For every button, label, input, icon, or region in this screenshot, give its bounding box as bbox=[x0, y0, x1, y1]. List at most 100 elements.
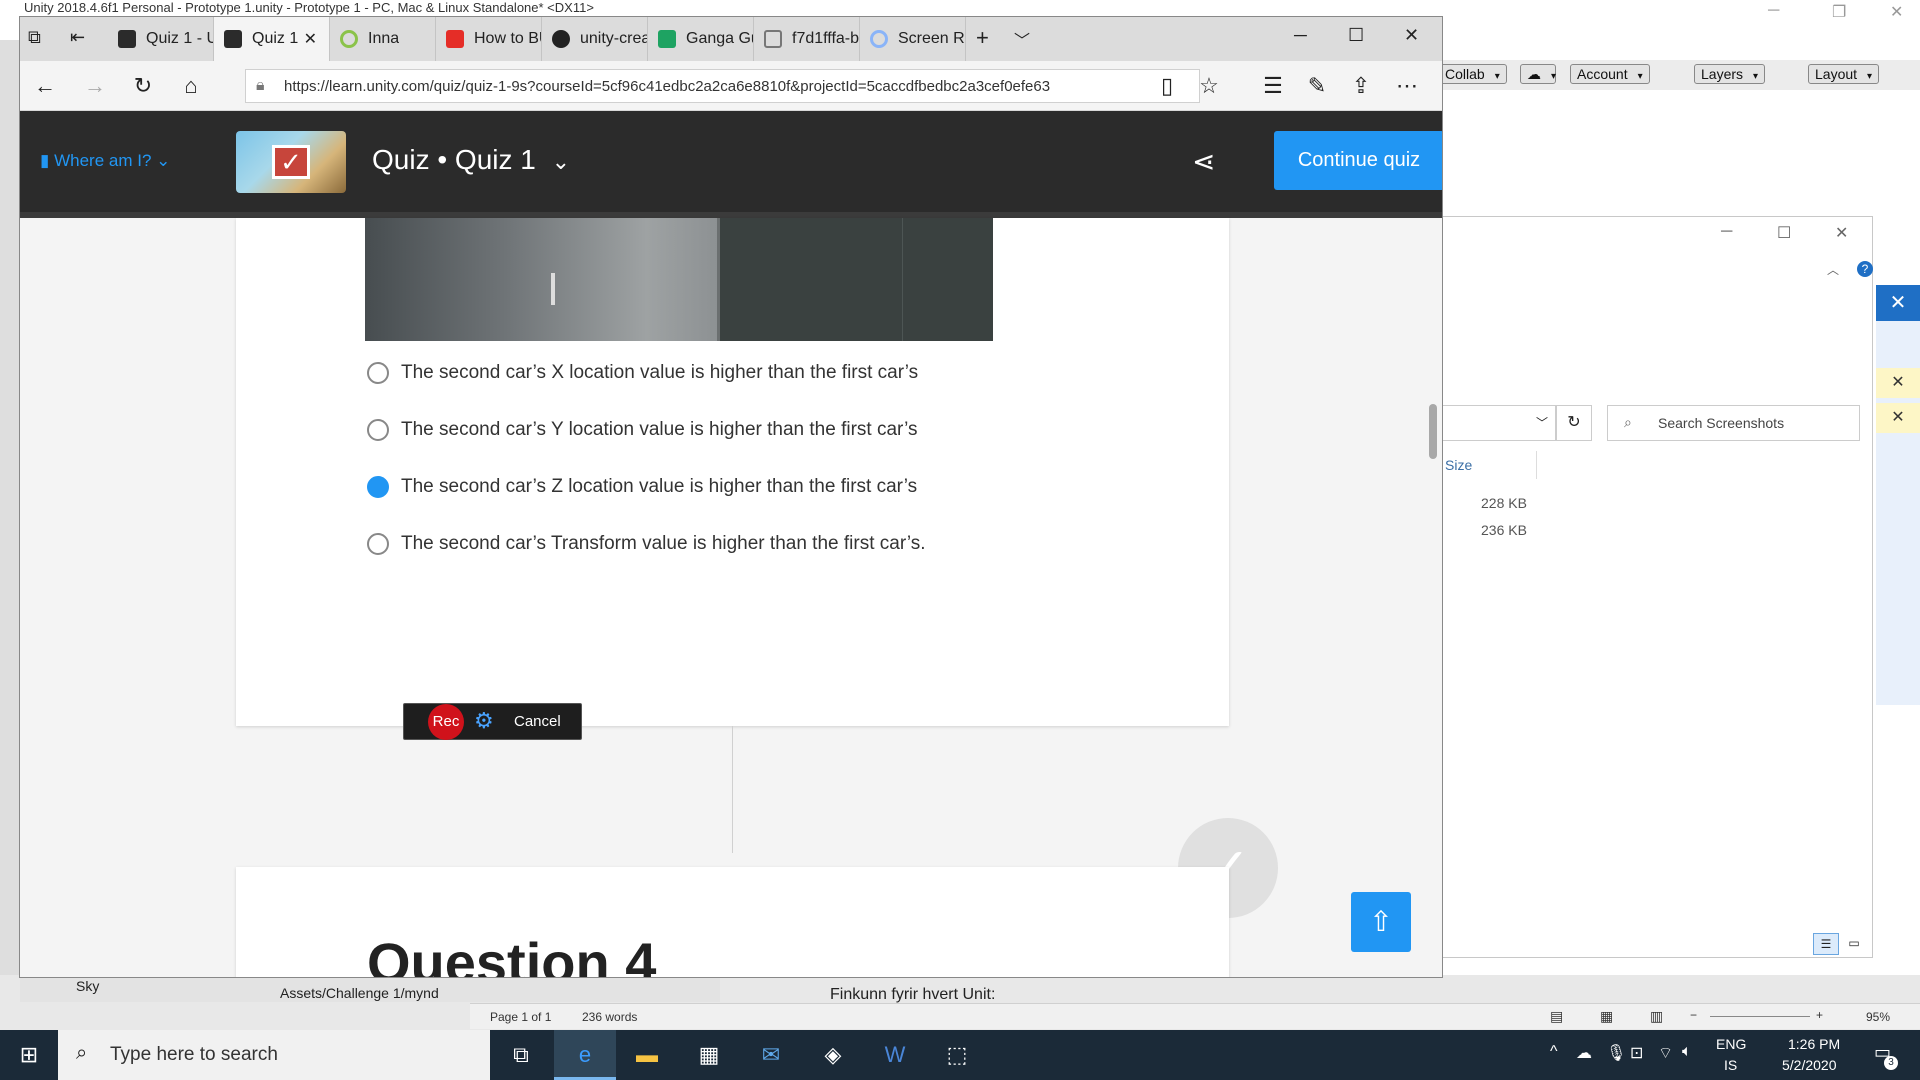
zoom-slider[interactable] bbox=[1710, 1016, 1810, 1017]
minimize-icon[interactable]: ─ bbox=[1768, 2, 1779, 20]
favorites-hub-icon[interactable]: ☰ bbox=[1256, 69, 1290, 103]
gear-icon[interactable]: ⚙ bbox=[474, 708, 494, 734]
record-button[interactable]: Rec bbox=[428, 704, 464, 740]
microphone-icon[interactable]: 🎙︎ bbox=[1606, 1043, 1626, 1063]
file-explorer-icon[interactable]: ▬ bbox=[616, 1030, 678, 1080]
radio-button[interactable] bbox=[367, 533, 389, 555]
continue-quiz-button[interactable]: Continue quiz bbox=[1274, 131, 1442, 190]
home-icon[interactable]: ⌂ bbox=[174, 69, 208, 103]
browser-tab[interactable]: f7d1fffa-bc bbox=[754, 17, 860, 61]
favorite-star-icon[interactable]: ☆ bbox=[1192, 69, 1226, 103]
set-aside-tabs-icon[interactable]: ⇤ bbox=[70, 27, 85, 48]
language-indicator[interactable]: ENG bbox=[1716, 1036, 1746, 1052]
collab-button[interactable]: Collab bbox=[1438, 64, 1507, 84]
network-icon[interactable]: ⊡ bbox=[1630, 1043, 1643, 1063]
close-icon[interactable]: ✕ bbox=[1876, 285, 1920, 321]
tab-actions-icon[interactable]: ⧉ bbox=[28, 27, 41, 48]
word-count: 236 words bbox=[582, 1010, 638, 1024]
account-button[interactable]: Account bbox=[1570, 64, 1650, 84]
answer-option[interactable]: The second car’s Transform value is high… bbox=[367, 533, 926, 555]
browser-tab[interactable]: Inna bbox=[330, 17, 436, 61]
close-icon[interactable]: ✕ bbox=[1890, 2, 1903, 22]
maximize-icon[interactable]: ☐ bbox=[1777, 223, 1791, 243]
browser-tab[interactable]: Screen Rec bbox=[860, 17, 966, 61]
onedrive-icon[interactable]: ☁ bbox=[1576, 1043, 1592, 1063]
layout-button[interactable]: Layout bbox=[1808, 64, 1880, 84]
unity-icon[interactable]: ◈ bbox=[802, 1030, 864, 1080]
chevron-down-icon: ﹀ bbox=[1536, 416, 1549, 430]
minimize-icon[interactable]: ─ bbox=[1294, 25, 1307, 46]
chevron-up-icon[interactable]: ^ bbox=[1550, 1043, 1558, 1061]
answer-option[interactable]: The second car’s Y location value is hig… bbox=[367, 419, 917, 441]
new-tab-icon[interactable]: + bbox=[976, 25, 989, 51]
read-mode-icon[interactable]: ▤ bbox=[1550, 1008, 1563, 1025]
back-icon[interactable]: ← bbox=[28, 69, 62, 103]
close-tab-icon[interactable]: ✕ bbox=[304, 29, 317, 49]
scroll-to-top-button[interactable]: ⇧ bbox=[1351, 892, 1411, 952]
radio-button-selected[interactable] bbox=[367, 476, 389, 498]
chevron-up-icon[interactable]: ︿ bbox=[1827, 261, 1839, 278]
layers-button[interactable]: Layers bbox=[1694, 64, 1766, 84]
close-icon[interactable]: ✕ bbox=[1404, 25, 1419, 46]
circle-icon bbox=[870, 30, 888, 48]
answer-option[interactable]: The second car’s X location value is hig… bbox=[367, 362, 918, 384]
chevron-down-icon[interactable]: ﹀ bbox=[1014, 27, 1030, 51]
dismiss-icon[interactable]: ✕ bbox=[1876, 368, 1920, 398]
zoom-level[interactable]: 95% bbox=[1866, 1010, 1890, 1024]
url-input[interactable]: 🔒︎ https://learn.unity.com/quiz/quiz-1-9… bbox=[245, 69, 1200, 103]
close-icon[interactable]: ✕ bbox=[1835, 223, 1848, 243]
windows-start-icon[interactable]: ⊞ bbox=[0, 1030, 58, 1080]
search-screenshots-box[interactable]: ⌕ Search Screenshots bbox=[1607, 405, 1860, 441]
pen-icon[interactable]: ✎ bbox=[1300, 69, 1334, 103]
more-icon[interactable]: ⋯ bbox=[1390, 69, 1424, 103]
clock-date[interactable]: 5/2/2020 bbox=[1782, 1057, 1837, 1073]
reading-view-icon[interactable]: ▯ bbox=[1150, 69, 1184, 103]
snipping-tool-icon[interactable]: ⬚ bbox=[926, 1030, 988, 1080]
browser-tab[interactable]: How to BU bbox=[436, 17, 542, 61]
large-icons-view-icon[interactable]: ▭ bbox=[1841, 933, 1867, 955]
print-layout-icon[interactable]: ▦ bbox=[1600, 1008, 1613, 1025]
store-icon[interactable]: ▦ bbox=[678, 1030, 740, 1080]
share-icon[interactable]: ⋖ bbox=[1192, 145, 1215, 178]
where-am-i-button[interactable]: ▮ Where am I? ⌄ bbox=[40, 151, 170, 171]
details-view-icon[interactable]: ☰ bbox=[1813, 933, 1839, 955]
help-icon[interactable]: ? bbox=[1857, 261, 1873, 277]
web-layout-icon[interactable]: ▥ bbox=[1650, 1008, 1663, 1025]
search-icon: ⌕ bbox=[1624, 414, 1632, 430]
minimize-icon[interactable]: ─ bbox=[1721, 223, 1732, 241]
share-page-icon[interactable]: ⇪ bbox=[1344, 69, 1378, 103]
volume-icon[interactable]: 🔈︎ bbox=[1682, 1043, 1692, 1061]
map-icon: ▮ bbox=[40, 151, 50, 170]
cancel-button[interactable]: Cancel bbox=[514, 713, 561, 730]
quiz-title-button[interactable]: Quiz • Quiz 1 ⌄ bbox=[372, 144, 570, 176]
maximize-icon[interactable]: ☐ bbox=[1348, 25, 1364, 46]
cloud-button[interactable]: ☁ bbox=[1520, 64, 1556, 84]
forward-icon[interactable]: → bbox=[78, 69, 112, 103]
refresh-icon[interactable]: ↻ bbox=[1556, 405, 1592, 441]
refresh-icon[interactable]: ↻ bbox=[126, 69, 160, 103]
question-image bbox=[365, 218, 717, 341]
word-icon[interactable]: W bbox=[864, 1030, 926, 1080]
browser-tab-active[interactable]: Quiz 1 ✕ bbox=[214, 17, 330, 61]
browser-tab[interactable]: Ganga Gur bbox=[648, 17, 754, 61]
scrollbar-thumb[interactable] bbox=[1429, 404, 1437, 459]
task-view-icon[interactable]: ⧉ bbox=[490, 1030, 552, 1080]
hierarchy-item[interactable]: Sky bbox=[76, 978, 99, 994]
browser-tab[interactable]: unity-creat bbox=[542, 17, 648, 61]
dismiss-icon[interactable]: ✕ bbox=[1876, 403, 1920, 433]
radio-button[interactable] bbox=[367, 362, 389, 384]
mail-icon[interactable]: ✉ bbox=[740, 1030, 802, 1080]
browser-tab[interactable]: Quiz 1 - Ui bbox=[108, 17, 214, 61]
wifi-icon[interactable]: ⌔ bbox=[1658, 1043, 1673, 1063]
screen-recorder-widget: Rec ⚙ Cancel bbox=[403, 703, 582, 740]
zoom-in-icon[interactable]: + bbox=[1816, 1008, 1823, 1022]
edge-icon[interactable]: e bbox=[554, 1030, 616, 1080]
size-column-header[interactable]: Size bbox=[1445, 457, 1472, 473]
clock-time[interactable]: 1:26 PM bbox=[1788, 1036, 1840, 1052]
taskbar-search-box[interactable]: ⌕ Type here to search bbox=[58, 1030, 490, 1080]
answer-option-selected[interactable]: The second car’s Z location value is hig… bbox=[367, 476, 917, 498]
radio-button[interactable] bbox=[367, 419, 389, 441]
zoom-out-icon[interactable]: − bbox=[1690, 1008, 1697, 1022]
url-text: https://learn.unity.com/quiz/quiz-1-9s?c… bbox=[284, 78, 1051, 95]
restore-icon[interactable]: ❐ bbox=[1832, 2, 1846, 22]
